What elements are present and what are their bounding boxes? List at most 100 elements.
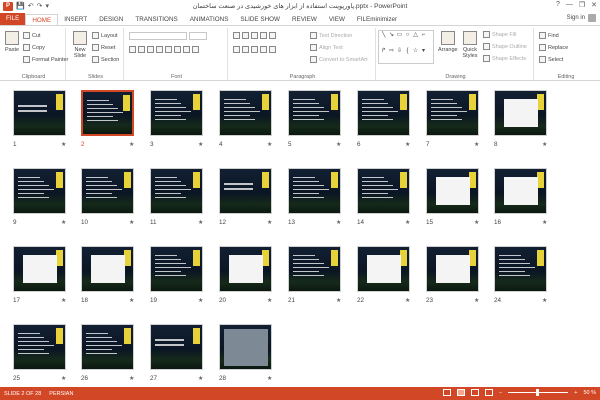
tab-view[interactable]: VIEW: [323, 14, 351, 25]
user-account[interactable]: Sign in: [567, 14, 596, 22]
layout-button[interactable]: Layout: [92, 32, 118, 39]
transition-star-icon[interactable]: ★: [61, 141, 66, 148]
find-button[interactable]: Find: [539, 32, 559, 39]
slide-thumbnail[interactable]: [13, 324, 66, 370]
reset-button[interactable]: Reset: [92, 44, 115, 51]
slide-thumbnail[interactable]: [357, 246, 410, 292]
convert-smartart-button[interactable]: Convert to SmartArt: [310, 56, 368, 63]
copy-button[interactable]: Copy: [23, 44, 45, 51]
align-center-icon[interactable]: [242, 46, 249, 53]
line-spacing-icon[interactable]: [269, 32, 276, 39]
slide-thumbnail[interactable]: [81, 324, 134, 370]
transition-star-icon[interactable]: ★: [198, 141, 203, 148]
underline-icon[interactable]: [147, 46, 154, 53]
slide-thumbnail[interactable]: [426, 90, 479, 136]
shape-outline-button[interactable]: Shape Outline: [483, 43, 527, 50]
tab-transitions[interactable]: TRANSITIONS: [129, 14, 183, 25]
slide-thumbnail[interactable]: [219, 168, 272, 214]
tab-file[interactable]: FILE: [0, 13, 26, 25]
language-indicator[interactable]: PERSIAN: [49, 391, 73, 397]
transition-star-icon[interactable]: ★: [267, 219, 272, 226]
down-arrow-shape-icon[interactable]: ⇩: [396, 48, 403, 55]
transition-star-icon[interactable]: ★: [129, 375, 134, 382]
paste-button[interactable]: Paste: [5, 31, 19, 53]
align-text-button[interactable]: Align Text: [310, 44, 343, 51]
justify-icon[interactable]: [260, 46, 267, 53]
cut-button[interactable]: Cut: [23, 32, 41, 39]
columns-icon[interactable]: [269, 46, 276, 53]
font-size-input[interactable]: [189, 32, 207, 40]
text-direction-button[interactable]: Text Direction: [310, 32, 352, 39]
slide-thumbnail[interactable]: [288, 168, 341, 214]
zoom-out-button[interactable]: −: [499, 390, 502, 396]
font-color-icon[interactable]: [192, 46, 199, 53]
transition-star-icon[interactable]: ★: [198, 219, 203, 226]
slide-thumbnail[interactable]: [288, 246, 341, 292]
help-icon[interactable]: ?: [556, 1, 560, 9]
tab-slide-show[interactable]: SLIDE SHOW: [234, 14, 286, 25]
slide-thumbnail[interactable]: [494, 246, 547, 292]
format-painter-button[interactable]: Format Painter: [23, 56, 68, 63]
rect-shape-icon[interactable]: ▭: [396, 32, 403, 39]
transition-star-icon[interactable]: ★: [474, 141, 479, 148]
align-left-icon[interactable]: [233, 46, 240, 53]
tab-review[interactable]: REVIEW: [286, 14, 323, 25]
transition-star-icon[interactable]: ★: [405, 297, 410, 304]
shape-fill-button[interactable]: Shape Fill: [483, 31, 516, 38]
transition-star-icon[interactable]: ★: [336, 219, 341, 226]
more-shapes-icon[interactable]: ▾: [420, 48, 427, 55]
slide-thumbnail[interactable]: [150, 90, 203, 136]
transition-star-icon[interactable]: ★: [198, 375, 203, 382]
sign-in-link[interactable]: Sign in: [567, 15, 585, 21]
transition-star-icon[interactable]: ★: [129, 219, 134, 226]
align-buttons[interactable]: [233, 46, 276, 53]
transition-star-icon[interactable]: ★: [267, 141, 272, 148]
transition-star-icon[interactable]: ★: [129, 297, 134, 304]
transition-star-icon[interactable]: ★: [267, 297, 272, 304]
slide-thumbnail[interactable]: [13, 90, 66, 136]
bold-icon[interactable]: [129, 46, 136, 53]
brace-shape-icon[interactable]: {: [404, 48, 411, 55]
triangle-shape-icon[interactable]: △: [412, 32, 419, 39]
slide-thumbnail[interactable]: [494, 168, 547, 214]
font-format-buttons[interactable]: [129, 46, 199, 53]
transition-star-icon[interactable]: ★: [542, 141, 547, 148]
star-shape-icon[interactable]: ☆: [412, 48, 419, 55]
font-name-input[interactable]: [129, 32, 187, 40]
zoom-slider[interactable]: [508, 389, 569, 396]
spacing-icon[interactable]: [174, 46, 181, 53]
strikethrough-icon[interactable]: [165, 46, 172, 53]
arrange-button[interactable]: Arrange: [438, 31, 458, 53]
connector-shape-icon[interactable]: ⌐: [420, 32, 427, 39]
slide-thumbnail[interactable]: [426, 246, 479, 292]
transition-star-icon[interactable]: ★: [405, 141, 410, 148]
transition-star-icon[interactable]: ★: [129, 141, 134, 148]
slide-thumbnail[interactable]: [150, 168, 203, 214]
transition-star-icon[interactable]: ★: [267, 375, 272, 382]
minimize-icon[interactable]: —: [566, 1, 573, 9]
slide-sorter-view-icon[interactable]: [457, 389, 466, 396]
slide-thumbnail[interactable]: [81, 90, 134, 136]
slide-thumbnail[interactable]: [426, 168, 479, 214]
transition-star-icon[interactable]: ★: [474, 297, 479, 304]
tab-design[interactable]: DESIGN: [93, 14, 129, 25]
arrow-shape-icon[interactable]: ↘: [388, 32, 395, 39]
select-button[interactable]: Select: [539, 56, 563, 63]
shapes-gallery[interactable]: ╲ ↘ ▭ ○ △ ⌐ ↱ ⇨ ⇩{☆ ▾: [378, 30, 434, 64]
replace-button[interactable]: Replace: [539, 44, 568, 51]
slide-thumbnail[interactable]: [219, 324, 272, 370]
transition-star-icon[interactable]: ★: [61, 297, 66, 304]
normal-view-icon[interactable]: [443, 389, 452, 396]
transition-star-icon[interactable]: ★: [336, 297, 341, 304]
slide-thumbnail[interactable]: [13, 168, 66, 214]
list-buttons[interactable]: [233, 32, 276, 39]
slide-thumbnail[interactable]: [288, 90, 341, 136]
zoom-level[interactable]: 50 %: [583, 390, 596, 396]
oval-shape-icon[interactable]: ○: [404, 32, 411, 39]
transition-star-icon[interactable]: ★: [198, 297, 203, 304]
transition-star-icon[interactable]: ★: [336, 141, 341, 148]
zoom-in-button[interactable]: +: [574, 390, 577, 396]
bullets-icon[interactable]: [233, 32, 240, 39]
slide-sorter-pane[interactable]: 1 ★ 2 ★ 3 ★ 4 ★ 5 ★ 6 ★ 7 ★ 8 ★ 9 ★ 10 ★ 11 ★ 12 ★ 13 ★ 14 ★ 15 ★ 16 ★ 1…: [0, 81, 600, 387]
new-slide-button[interactable]: New Slide: [71, 31, 89, 59]
